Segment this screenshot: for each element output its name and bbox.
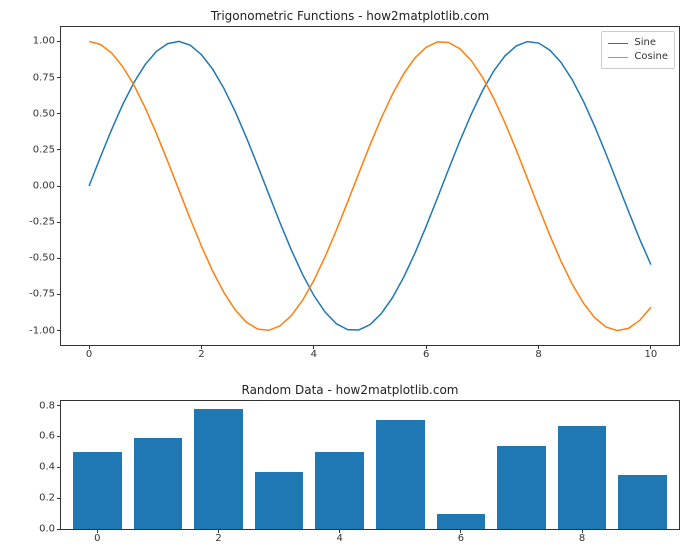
legend-entry-sine: Sine bbox=[608, 36, 668, 50]
line-sine bbox=[89, 41, 651, 330]
bar bbox=[618, 475, 666, 529]
xtick-label: 8 bbox=[535, 345, 541, 360]
xtick-label: 8 bbox=[579, 529, 585, 544]
ytick-label: 0.75 bbox=[33, 72, 61, 83]
line-chart-axes: Sine Cosine -1.00-0.75-0.50-0.250.000.25… bbox=[60, 26, 680, 346]
xtick-label: 2 bbox=[215, 529, 221, 544]
chart-title-bottom: Random Data - how2matplotlib.com bbox=[0, 383, 700, 397]
xtick-label: 6 bbox=[458, 529, 464, 544]
legend-swatch-cosine bbox=[608, 57, 628, 58]
legend: Sine Cosine bbox=[601, 31, 675, 69]
bar bbox=[134, 438, 182, 529]
xtick-label: 0 bbox=[86, 345, 92, 360]
bar bbox=[558, 426, 606, 529]
bar bbox=[376, 420, 424, 529]
ytick-label: 0.4 bbox=[39, 462, 61, 473]
legend-label-cosine: Cosine bbox=[634, 50, 668, 64]
ytick-label: 0.2 bbox=[39, 493, 61, 504]
ytick-label: 1.00 bbox=[33, 36, 61, 47]
line-cosine bbox=[89, 41, 651, 330]
figure: Trigonometric Functions - how2matplotlib… bbox=[0, 0, 700, 560]
ytick-label: -0.50 bbox=[29, 253, 61, 264]
xtick-label: 0 bbox=[94, 529, 100, 544]
xtick-label: 4 bbox=[311, 345, 317, 360]
ytick-label: 0.0 bbox=[39, 524, 61, 535]
legend-swatch-sine bbox=[608, 43, 628, 44]
ytick-label: 0.00 bbox=[33, 181, 61, 192]
ytick-label: -0.75 bbox=[29, 289, 61, 300]
xtick-label: 6 bbox=[423, 345, 429, 360]
bar bbox=[497, 446, 545, 529]
bar bbox=[194, 409, 242, 529]
legend-entry-cosine: Cosine bbox=[608, 50, 668, 64]
chart-title-top: Trigonometric Functions - how2matplotlib… bbox=[0, 9, 700, 23]
bar-chart-axes: 0.00.20.40.60.802468 bbox=[60, 400, 680, 530]
xtick-label: 10 bbox=[645, 345, 658, 360]
legend-label-sine: Sine bbox=[634, 36, 656, 50]
xtick-label: 4 bbox=[337, 529, 343, 544]
ytick-label: -1.00 bbox=[29, 325, 61, 336]
bar bbox=[437, 514, 485, 529]
bar bbox=[73, 452, 121, 529]
bar bbox=[255, 472, 303, 529]
xtick-label: 2 bbox=[198, 345, 204, 360]
ytick-label: 0.8 bbox=[39, 400, 61, 411]
ytick-label: 0.25 bbox=[33, 144, 61, 155]
bar bbox=[315, 452, 363, 529]
ytick-label: 0.50 bbox=[33, 108, 61, 119]
ytick-label: 0.6 bbox=[39, 431, 61, 442]
ytick-label: -0.25 bbox=[29, 217, 61, 228]
line-chart-plot bbox=[61, 27, 679, 345]
